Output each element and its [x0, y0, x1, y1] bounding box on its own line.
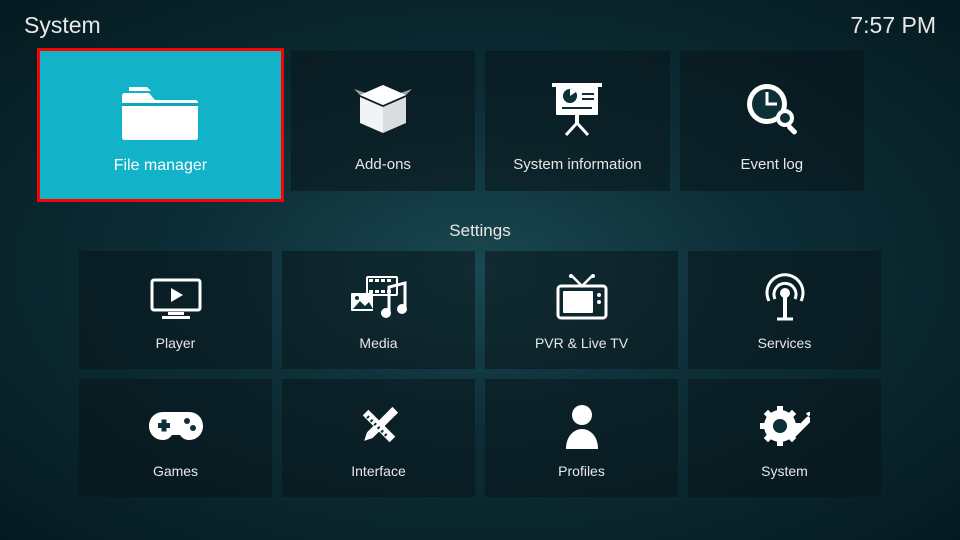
- tile-label: Interface: [351, 463, 405, 479]
- broadcast-icon: [761, 269, 809, 327]
- tile-media[interactable]: Media: [282, 251, 475, 369]
- gamepad-icon: [147, 397, 205, 455]
- tile-label: Event log: [741, 156, 804, 173]
- section-title: Settings: [0, 221, 960, 241]
- monitor-play-icon: [148, 269, 204, 327]
- tile-label: Services: [758, 335, 812, 351]
- person-icon: [563, 397, 601, 455]
- tile-label: Profiles: [558, 463, 605, 479]
- tile-label: Games: [153, 463, 198, 479]
- header: System 7:57 PM: [0, 0, 960, 39]
- tile-label: Media: [359, 335, 397, 351]
- media-icon: [347, 269, 411, 327]
- tile-system-information[interactable]: System information: [485, 51, 669, 191]
- tile-label: Player: [156, 335, 196, 351]
- tile-services[interactable]: Services: [688, 251, 881, 369]
- tile-addons[interactable]: Add-ons: [291, 51, 475, 191]
- gear-wrench-icon: [760, 397, 810, 455]
- page-title: System: [24, 12, 101, 39]
- top-row: File manager Add-ons: [0, 39, 960, 199]
- tile-file-manager[interactable]: File manager: [40, 51, 281, 199]
- clock-search-icon: [743, 70, 801, 146]
- tile-player[interactable]: Player: [79, 251, 272, 369]
- tile-label: File manager: [114, 157, 207, 175]
- tile-label: System: [761, 463, 808, 479]
- tile-pvr-live-tv[interactable]: PVR & Live TV: [485, 251, 678, 369]
- tile-interface[interactable]: Interface: [282, 379, 475, 497]
- settings-grid: Player Media: [0, 251, 960, 497]
- tile-label: PVR & Live TV: [535, 335, 628, 351]
- tile-games[interactable]: Games: [79, 379, 272, 497]
- open-box-icon: [352, 70, 414, 146]
- tile-system[interactable]: System: [688, 379, 881, 497]
- tile-label: Add-ons: [355, 156, 411, 173]
- pencil-ruler-icon: [356, 397, 402, 455]
- folder-icon: [119, 75, 201, 151]
- tv-icon: [554, 269, 610, 327]
- presentation-chart-icon: [552, 70, 602, 146]
- tile-event-log[interactable]: Event log: [680, 51, 864, 191]
- tile-label: System information: [513, 156, 641, 173]
- clock: 7:57 PM: [850, 12, 936, 39]
- tile-profiles[interactable]: Profiles: [485, 379, 678, 497]
